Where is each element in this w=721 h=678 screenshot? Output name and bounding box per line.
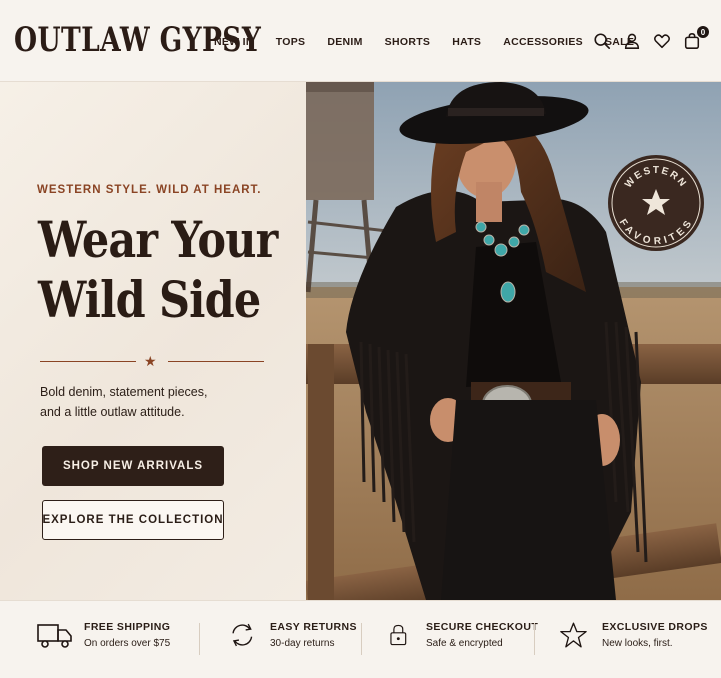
feature-title: EXCLUSIVE DROPS (602, 621, 708, 633)
feature-title: SECURE CHECKOUT (426, 621, 539, 633)
nav-new-in[interactable]: NEW IN (214, 36, 254, 48)
feature-secure-checkout: SECURE CHECKOUT Safe & encrypted (388, 619, 538, 651)
cart-button[interactable]: 0 (683, 26, 709, 50)
lock-icon (390, 624, 407, 646)
nav-tops[interactable]: TOPS (276, 36, 306, 48)
hero-subtext-line-2: and a little outlaw attitude. (40, 405, 185, 419)
site-header: OUTLAW GYPSY NEW IN TOPS DENIM SHORTS HA… (0, 0, 721, 82)
headline-line-1: Wear Your (38, 210, 278, 269)
feature-subtitle: Safe & encrypted (426, 638, 503, 649)
headline-line-2: Wild Side (38, 270, 261, 329)
feature-subtitle: New looks, first. (602, 638, 673, 649)
cart-count-badge: 0 (697, 26, 709, 38)
hero-headline: Wear Your Wild Side (38, 210, 278, 330)
feature-easy-returns: EASY RETURNS 30-day returns (228, 619, 357, 651)
shop-new-arrivals-button[interactable]: SHOP NEW ARRIVALS (42, 446, 224, 486)
heart-icon[interactable] (653, 32, 671, 50)
feature-title: EASY RETURNS (270, 621, 357, 633)
feature-title: FREE SHIPPING (84, 621, 171, 633)
western-favorites-badge: WESTERN FAVORITES (608, 155, 704, 251)
feature-subtitle: 30-day returns (270, 638, 335, 649)
feature-subtitle: On orders over $75 (84, 638, 171, 649)
feature-exclusive-drops: EXCLUSIVE DROPS New looks, first. (560, 619, 708, 651)
hero-text-panel: WESTERN STYLE. WILD AT HEART. Wear Your … (0, 82, 306, 600)
truck-icon (37, 624, 72, 648)
nav-hats[interactable]: HATS (452, 36, 481, 48)
divider-star-icon: ★ (144, 353, 157, 369)
hero-subtext-line-1: Bold denim, statement pieces, (40, 385, 208, 399)
hero-eyebrow: WESTERN STYLE. WILD AT HEART. (37, 184, 262, 196)
explore-collection-button[interactable]: EXPLORE THE COLLECTION (42, 500, 224, 540)
star-icon (560, 622, 587, 648)
nav-shorts[interactable]: SHORTS (385, 36, 431, 48)
feature-free-shipping: FREE SHIPPING On orders over $75 (36, 619, 170, 651)
ornament-divider: ★ (40, 354, 264, 368)
hero-subtext: Bold denim, statement pieces, and a litt… (40, 382, 270, 422)
header-icons: 0 (593, 26, 709, 50)
search-icon[interactable] (593, 32, 611, 50)
features-bar: FREE SHIPPING On orders over $75 EASY RE… (0, 600, 721, 678)
main-nav: NEW IN TOPS DENIM SHORTS HATS ACCESSORIE… (214, 36, 656, 48)
account-icon[interactable] (623, 32, 641, 50)
nav-accessories[interactable]: ACCESSORIES (503, 36, 583, 48)
nav-denim[interactable]: DENIM (327, 36, 362, 48)
returns-icon (232, 623, 253, 647)
